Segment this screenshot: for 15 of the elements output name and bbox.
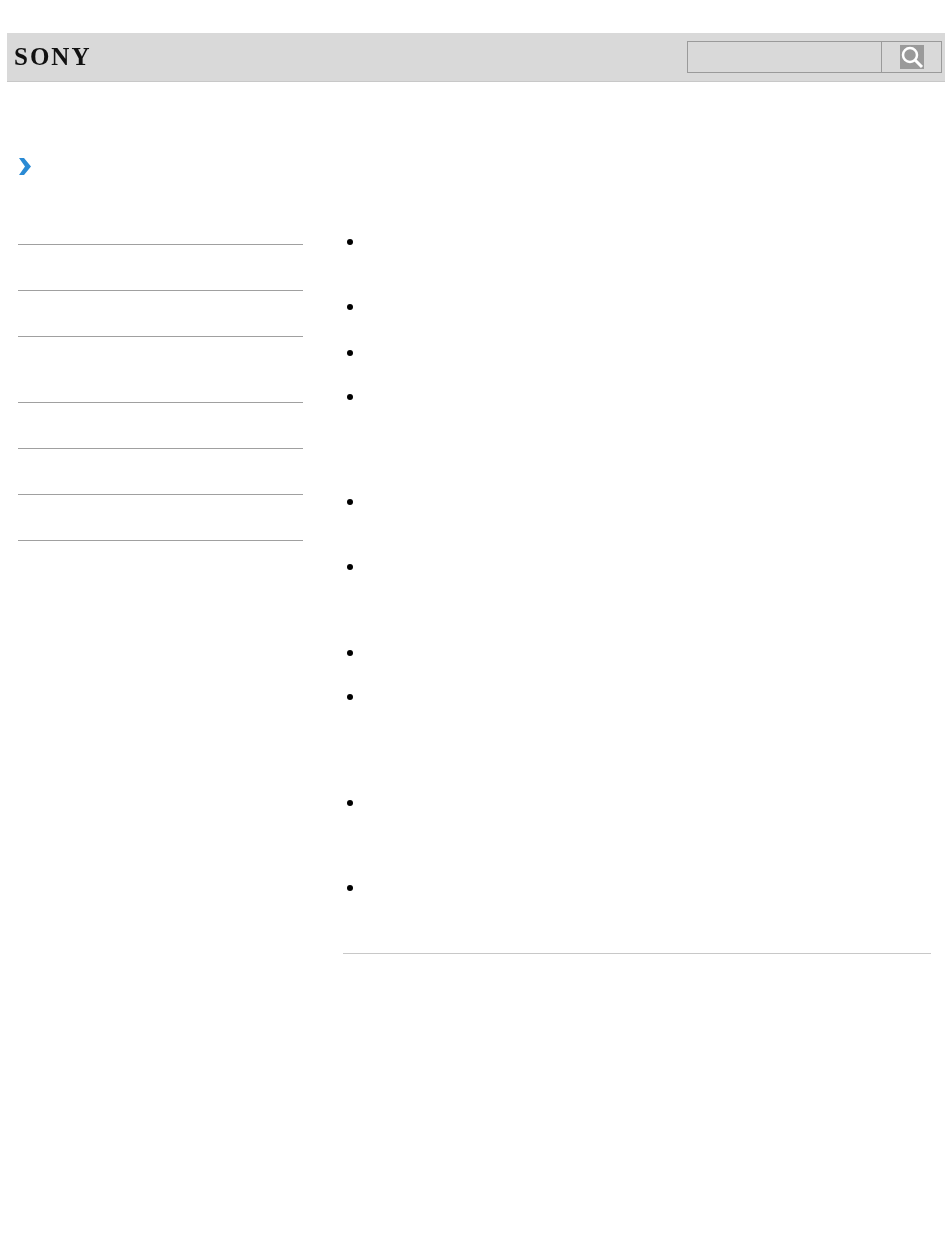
search-field[interactable] — [687, 41, 881, 73]
bullet-icon — [347, 694, 353, 700]
bullet-icon — [347, 239, 353, 245]
search-button[interactable] — [881, 41, 942, 73]
bullet-icon — [347, 650, 353, 656]
search-icon — [899, 45, 924, 69]
bullet-icon — [347, 394, 353, 400]
bullet-icon — [347, 885, 353, 891]
bullet-icon — [347, 564, 353, 570]
bullet-icon — [347, 350, 353, 356]
logo: SONY — [14, 43, 92, 71]
chevron-icon[interactable] — [18, 158, 32, 175]
bullet-icon — [347, 499, 353, 505]
bullet-icon — [347, 304, 353, 310]
bullet-icon — [347, 800, 353, 806]
